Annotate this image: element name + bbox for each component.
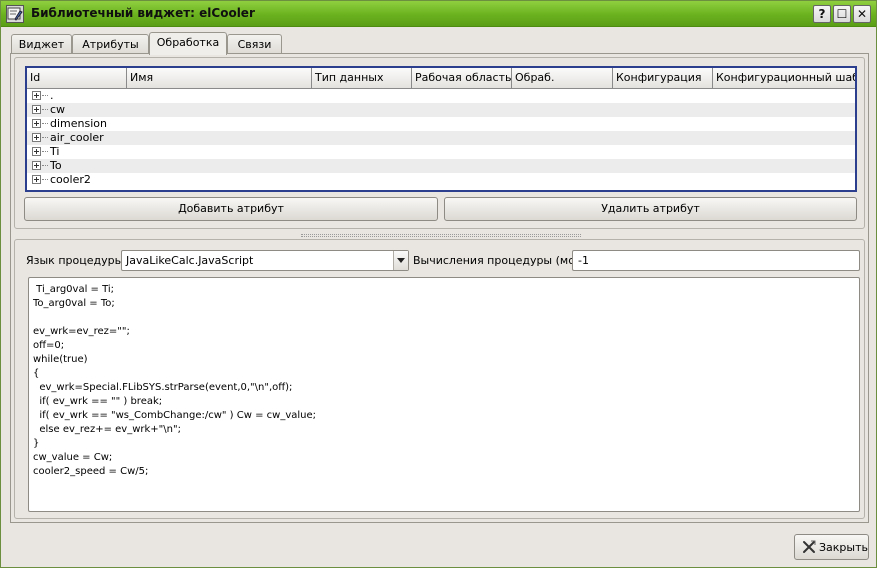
close-button-label: Закрыть	[819, 541, 868, 554]
table-row[interactable]: dimension	[27, 117, 855, 131]
tab-attributes[interactable]: Атрибуты	[72, 34, 149, 54]
calc-period-label: Вычисления процедуры (мс):	[413, 254, 583, 267]
tab-processing[interactable]: Обработка	[149, 32, 227, 55]
window-close-button[interactable]: ✕	[853, 5, 871, 23]
calc-period-input[interactable]: -1	[572, 250, 860, 271]
delete-attribute-button[interactable]: Удалить атрибут	[444, 197, 857, 221]
plus-box-icon[interactable]	[32, 161, 41, 170]
attributes-group: Id Имя Тип данных Рабочая область Обраб.…	[14, 57, 865, 229]
plus-box-icon[interactable]	[32, 119, 41, 128]
column-header-processing[interactable]: Обраб.	[512, 68, 613, 89]
column-header-config-template[interactable]: Конфигурационный шаблон	[713, 68, 855, 89]
procedure-language-select[interactable]: JavaLikeCalc.JavaScript	[121, 250, 409, 271]
plus-box-icon[interactable]	[32, 91, 41, 100]
column-header-id[interactable]: Id	[27, 68, 127, 89]
maximize-button[interactable]: ☐	[833, 5, 851, 23]
table-row[interactable]: cooler2	[27, 173, 855, 187]
procedure-group: Язык процедуры: JavaLikeCalc.JavaScript …	[14, 239, 865, 519]
panel-splitter[interactable]	[301, 234, 581, 237]
column-header-name[interactable]: Имя	[127, 68, 312, 89]
column-header-data-type[interactable]: Тип данных	[312, 68, 412, 89]
tab-widget[interactable]: Виджет	[11, 34, 72, 54]
column-header-configuration[interactable]: Конфигурация	[613, 68, 713, 89]
help-button[interactable]: ?	[813, 5, 831, 23]
procedure-code-editor[interactable]: Ti_arg0val = Ti; To_arg0val = To; ev_wrk…	[28, 277, 860, 512]
table-row[interactable]: .	[27, 89, 855, 103]
plus-box-icon[interactable]	[32, 105, 41, 114]
close-x-icon	[802, 540, 816, 557]
plus-box-icon[interactable]	[32, 175, 41, 184]
table-row[interactable]: cw	[27, 103, 855, 117]
row-id: cooler2	[50, 173, 91, 186]
row-id: dimension	[50, 117, 107, 130]
procedure-language-label: Язык процедуры:	[26, 254, 127, 267]
window-title: Библиотечный виджет: elCooler	[31, 6, 255, 20]
table-row[interactable]: To	[27, 159, 855, 173]
table-row[interactable]: air_cooler	[27, 131, 855, 145]
row-id: Ti	[50, 145, 60, 158]
column-header-work-area[interactable]: Рабочая область	[412, 68, 512, 89]
table-header: Id Имя Тип данных Рабочая область Обраб.…	[27, 68, 855, 89]
row-id: .	[50, 89, 54, 102]
row-id: To	[50, 159, 62, 172]
add-attribute-button[interactable]: Добавить атрибут	[24, 197, 438, 221]
widget-edit-icon	[6, 5, 24, 23]
chevron-down-icon[interactable]	[393, 251, 408, 270]
close-button[interactable]: Закрыть	[794, 534, 869, 560]
procedure-language-value: JavaLikeCalc.JavaScript	[126, 254, 254, 267]
title-bar[interactable]: Библиотечный виджет: elCooler ? ☐ ✕	[1, 1, 876, 27]
tab-links[interactable]: Связи	[227, 34, 282, 54]
row-id: air_cooler	[50, 131, 104, 144]
plus-box-icon[interactable]	[32, 133, 41, 142]
dialog-window: Библиотечный виджет: elCooler ? ☐ ✕ Видж…	[0, 0, 877, 568]
plus-box-icon[interactable]	[32, 147, 41, 156]
attributes-table[interactable]: Id Имя Тип данных Рабочая область Обраб.…	[25, 66, 857, 192]
table-row[interactable]: Ti	[27, 145, 855, 159]
row-id: cw	[50, 103, 66, 116]
processing-panel: Id Имя Тип данных Рабочая область Обраб.…	[10, 53, 869, 523]
